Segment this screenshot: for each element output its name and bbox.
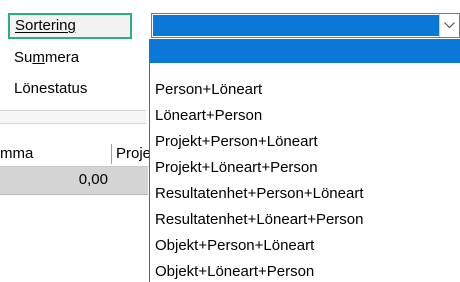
panel-separator	[0, 110, 146, 124]
dropdown-option[interactable]: Resultatenhet+Löneart+Person	[150, 207, 460, 233]
sidebar: Sortering Summera Lönestatus	[0, 0, 146, 282]
dropdown-option[interactable]: Projekt+Löneart+Person	[150, 155, 460, 181]
sortering-label: Sortering	[15, 17, 76, 34]
sorting-dropdown-list: Person+Löneart Löneart+Person Projekt+Pe…	[149, 39, 460, 282]
summera-label-accel: m	[32, 49, 45, 66]
sortering-button[interactable]: Sortering	[8, 13, 132, 39]
dropdown-option[interactable]: Löneart+Person	[150, 103, 460, 129]
column-header-summa[interactable]: mma	[0, 145, 33, 162]
sorting-combobox[interactable]	[151, 13, 460, 38]
dropdown-option[interactable]: Resultatenhet+Person+Löneart	[150, 181, 460, 207]
combobox-dropdown-button[interactable]	[439, 14, 459, 37]
dropdown-option[interactable]: Objekt+Person+Löneart	[150, 233, 460, 259]
column-divider[interactable]	[111, 144, 112, 164]
grid-header: mma Proje	[0, 142, 151, 167]
chevron-down-icon	[444, 22, 455, 29]
sum-value: 0,00	[78, 171, 108, 188]
combobox-value	[153, 15, 440, 36]
dropdown-option[interactable]: Projekt+Person+Löneart	[150, 129, 460, 155]
dropdown-options: Person+Löneart Löneart+Person Projekt+Pe…	[150, 77, 460, 282]
column-header-projekt[interactable]: Proje	[116, 145, 151, 162]
lonestatus-item[interactable]: Lönestatus	[14, 78, 87, 100]
summera-label-suffix: mera	[44, 49, 80, 66]
dropdown-highlighted-empty-option[interactable]	[150, 40, 460, 63]
sum-row[interactable]: 0,00	[0, 167, 148, 195]
summera-item[interactable]: Summera	[14, 47, 79, 69]
dropdown-option[interactable]: Person+Löneart	[150, 77, 460, 103]
dropdown-option[interactable]: Objekt+Löneart+Person	[150, 259, 460, 282]
summera-label-prefix: Su	[14, 49, 33, 66]
